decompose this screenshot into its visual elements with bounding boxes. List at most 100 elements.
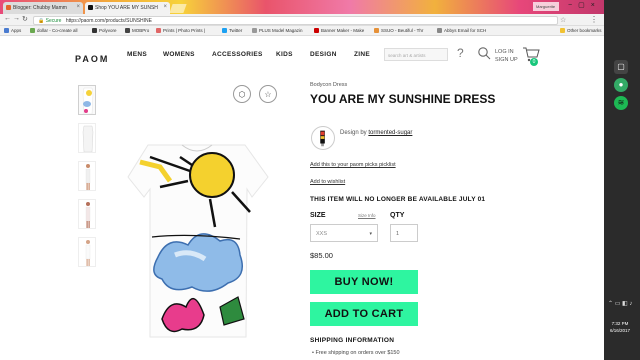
size-select[interactable]: XXS ▾ <box>310 224 378 242</box>
twitter-icon <box>222 28 227 33</box>
bookmark-mobpro[interactable]: MOBPro <box>125 28 149 33</box>
add-to-wishlist-link[interactable]: Add to wishlist <box>310 179 345 185</box>
blogger-favicon-icon <box>6 5 11 10</box>
bookmark-apps[interactable]: Apps <box>4 28 21 33</box>
signup-link[interactable]: SIGN UP <box>495 56 518 64</box>
browser-tab-strip: Blogger: Chubby Mamm × Shop YOU ARE MY S… <box>0 0 604 14</box>
bookmark-favicon-icon <box>125 28 130 33</box>
page-content: PAOM MENS WOMENS ACCESSORIES KIDS DESIGN… <box>0 37 604 360</box>
product-thumbnail[interactable] <box>78 85 96 115</box>
model-thumbnail-image <box>79 200 95 228</box>
buy-now-button[interactable]: BUY NOW! <box>310 270 418 294</box>
product-title: YOU ARE MY SUNSHINE DRESS <box>310 92 496 106</box>
clock-time: 7:32 PM <box>611 321 629 326</box>
product-thumbnail[interactable] <box>78 237 96 267</box>
profile-button[interactable]: Marguerite <box>533 2 559 11</box>
account-links: LOG IN SIGN UP <box>495 48 518 64</box>
designer-link[interactable]: tormented-sugar <box>368 130 412 136</box>
bookmark-other[interactable]: Other bookmarks <box>560 28 602 33</box>
bookmark-favicon-icon <box>156 28 161 33</box>
tab-title: Blogger: Chubby Mamm <box>13 5 67 11</box>
bookmark-ssuo[interactable]: SSUO - Beutiful - Thr <box>374 28 423 33</box>
new-tab-button[interactable] <box>169 4 187 13</box>
search-input[interactable]: search art & artists <box>384 48 448 61</box>
browser-toolbar: ← → ↻ 🔒 Secure https://paom.com/products… <box>0 14 604 26</box>
shipping-info-item: • Free shipping on orders over $150 <box>312 350 400 356</box>
size-info-link[interactable]: Size Info <box>358 213 376 218</box>
shipping-info-text: Free shipping on orders over $150 <box>315 350 400 356</box>
product-thumbnail[interactable] <box>78 199 96 229</box>
chrome-taskbar-icon[interactable]: ● <box>614 78 628 92</box>
bookmark-star-icon[interactable]: ☆ <box>560 16 566 24</box>
bookmarks-bar: Apps dollar - Co-create all Polyvore MOB… <box>0 26 604 36</box>
favorite-star-button[interactable]: ☆ <box>259 85 277 103</box>
designed-by-label: Design by <box>340 130 367 136</box>
tab-title: Shop YOU ARE MY SUNSH <box>95 5 158 11</box>
reload-icon[interactable]: ↻ <box>22 15 28 23</box>
paom-favicon-icon <box>88 5 93 10</box>
product-main-image <box>127 144 269 338</box>
browser-menu-icon[interactable]: ⋮ <box>590 15 598 24</box>
dress-back-thumbnail-image <box>79 124 95 152</box>
bookmark-favicon-icon <box>437 28 442 33</box>
help-icon[interactable]: ? <box>457 46 464 60</box>
bookmark-abbys-email[interactable]: Abbys Email for SCH <box>437 28 486 33</box>
bookmark-banner-maker[interactable]: Banner Maker - Make <box>314 28 364 33</box>
cart-count-badge: 0 <box>530 58 538 66</box>
back-arrow-icon[interactable]: ← <box>4 15 11 22</box>
nav-zine[interactable]: ZINE <box>354 51 370 58</box>
size-select-value: XXS <box>316 231 328 237</box>
login-link[interactable]: LOG IN <box>495 48 518 56</box>
nav-accessories[interactable]: ACCESSORIES <box>212 51 263 58</box>
clock-date: 6/16/2017 <box>610 328 631 333</box>
model-thumbnail-image <box>79 162 95 190</box>
bookmark-favicon-icon <box>314 28 319 33</box>
designed-by: Design by tormented-sugar <box>340 130 412 136</box>
secure-label: Secure <box>45 18 62 24</box>
browser-tab-blogger[interactable]: Blogger: Chubby Mamm × <box>3 2 83 14</box>
view-3d-button[interactable]: ⬡ <box>233 85 251 103</box>
bookmark-favicon-icon <box>252 28 257 33</box>
apps-grid-icon <box>4 28 9 33</box>
bookmark-plus-model[interactable]: PLUS Model Magazin <box>252 28 303 33</box>
nav-kids[interactable]: KIDS <box>276 51 293 58</box>
nav-womens[interactable]: WOMENS <box>163 51 195 58</box>
browser-tab-paom[interactable]: Shop YOU ARE MY SUNSH × <box>85 2 170 14</box>
bookmark-dollar[interactable]: dollar - Co-create all <box>30 28 78 33</box>
bookmark-twitter[interactable]: Twitter <box>222 28 242 33</box>
search-icon[interactable] <box>477 46 491 60</box>
address-bar[interactable]: 🔒 Secure https://paom.com/products/SUNSH… <box>33 16 558 25</box>
window-controls[interactable]: −▢× <box>568 1 601 9</box>
bookmark-favicon-icon <box>92 28 97 33</box>
taskbar-clock[interactable]: 7:32 PM 6/16/2017 <box>610 320 630 334</box>
site-logo[interactable]: PAOM <box>75 54 109 64</box>
close-tab-icon[interactable]: × <box>163 4 167 10</box>
product-thumbnail[interactable] <box>78 123 96 153</box>
bookmark-favicon-icon <box>374 28 379 33</box>
taskbar-app-icon[interactable]: ▢ <box>614 60 628 74</box>
qty-label: QTY <box>390 212 405 219</box>
nav-mens[interactable]: MENS <box>127 51 147 58</box>
designer-logo-image <box>320 130 325 147</box>
forward-arrow-icon[interactable]: → <box>13 15 20 22</box>
quantity-input[interactable]: 1 <box>390 224 418 242</box>
product-thumbnail[interactable] <box>78 161 96 191</box>
spotify-taskbar-icon[interactable]: ≋ <box>614 96 628 110</box>
shipping-title: SHIPPING INFORMATION <box>310 337 395 344</box>
bookmark-prints[interactable]: Prints | Photo Prints | <box>156 28 205 33</box>
size-label: SIZE <box>310 212 326 219</box>
designer-avatar[interactable] <box>311 126 335 150</box>
nav-design[interactable]: DESIGN <box>310 51 337 58</box>
url-text: https://paom.com/products/SUNSHINE <box>65 18 153 24</box>
dress-thumbnail-image <box>79 86 95 114</box>
product-price: $85.00 <box>310 251 333 260</box>
product-category: Bodycon Dress <box>310 82 348 88</box>
system-tray-icons[interactable]: ⌃ ▭ ◧ ♪ <box>608 300 632 307</box>
chevron-down-icon: ▾ <box>369 231 372 237</box>
folder-icon <box>560 28 565 33</box>
add-to-cart-button[interactable]: ADD TO CART <box>310 302 418 326</box>
close-tab-icon[interactable]: × <box>76 4 80 10</box>
availability-notice: THIS ITEM WILL NO LONGER BE AVAILABLE JU… <box>310 196 486 203</box>
add-to-picklist-link[interactable]: Add this to your paom picks picklist <box>310 162 396 168</box>
bookmark-polyvore[interactable]: Polyvore <box>92 28 117 33</box>
